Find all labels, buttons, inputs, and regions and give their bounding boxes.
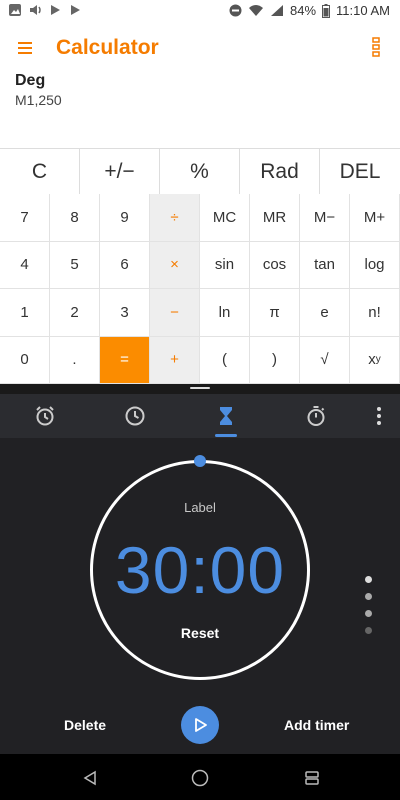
reset-button[interactable]: Reset [0,625,400,641]
percent-button[interactable]: % [160,149,240,195]
system-navigation-bar [0,754,400,800]
ln-button[interactable]: ln [200,289,250,337]
key-2[interactable]: 2 [50,289,100,337]
battery-percent: 84% [290,3,317,18]
menu-icon[interactable] [16,36,40,60]
key-7[interactable]: 7 [0,194,50,242]
alarm-icon[interactable] [31,402,59,430]
sign-toggle-button[interactable]: +/− [80,149,160,195]
sqrt-button[interactable]: √ [300,336,350,384]
clock-tab-bar [0,394,400,438]
power-exponent: y [375,354,381,366]
power-base: x [368,351,376,369]
clear-button[interactable]: C [0,149,80,195]
key-8[interactable]: 8 [50,194,100,242]
decimal-button[interactable]: . [50,336,100,384]
page-dot [364,576,372,583]
home-icon[interactable] [188,766,212,790]
calculator-keypad: 7 8 9 ÷ MC MR M− M+ 4 5 6 × sin cos tan … [0,194,400,384]
close-paren-button[interactable]: ) [250,336,300,384]
page-dot [364,627,372,634]
add-button[interactable]: + [150,336,200,384]
open-paren-button[interactable]: ( [200,336,250,384]
m-minus-button[interactable]: M− [300,194,350,242]
stopwatch-icon[interactable] [302,402,330,430]
clock-icon[interactable] [121,402,149,430]
more-options-icon[interactable] [370,36,386,60]
add-timer-button[interactable]: Add timer [284,717,349,733]
wifi-icon [248,4,264,17]
page-dot [364,610,372,617]
multiply-button[interactable]: × [150,241,200,289]
timer-progress-knob[interactable] [194,455,206,467]
subtract-button[interactable]: − [150,289,200,337]
volume-icon [28,3,42,17]
memory-value: M1,250 [15,92,62,108]
pi-button[interactable]: π [250,289,300,337]
recents-icon[interactable] [300,766,324,790]
log-button[interactable]: log [350,241,400,289]
e-button[interactable]: e [300,289,350,337]
calculator-top-row: C +/− % Rad DEL [0,148,400,196]
play-icon [195,718,207,732]
gallery-icon [8,3,22,17]
key-0[interactable]: 0 [0,336,50,384]
factorial-button[interactable]: n! [350,289,400,337]
equals-button[interactable]: = [100,336,150,384]
timer-page-indicator [362,566,374,636]
cos-button[interactable]: cos [250,241,300,289]
calculator-header: Calculator [0,24,400,74]
play-store-icon [48,3,62,17]
key-9[interactable]: 9 [100,194,150,242]
status-right: 84% 11:10 AM [229,3,390,18]
back-icon[interactable] [78,766,102,790]
play-button[interactable] [181,706,219,744]
rad-button[interactable]: Rad [240,149,320,195]
delete-timer-button[interactable]: Delete [64,717,106,733]
dnd-icon [229,4,242,17]
tan-button[interactable]: tan [300,241,350,289]
signal-icon [270,4,284,17]
power-button[interactable]: xy [350,336,400,384]
hourglass-icon[interactable] [212,402,240,430]
status-left-icons [8,3,82,17]
angle-mode-indicator: Deg [15,72,46,89]
mr-button[interactable]: MR [250,194,300,242]
status-bar: 84% 11:10 AM [0,0,400,24]
status-time: 11:10 AM [336,3,390,18]
battery-icon [322,3,331,18]
calculator-display: Deg M1,250 [15,72,385,142]
mc-button[interactable]: MC [200,194,250,242]
key-6[interactable]: 6 [100,241,150,289]
app-title: Calculator [56,36,159,59]
key-3[interactable]: 3 [100,289,150,337]
key-1[interactable]: 1 [0,289,50,337]
divide-button[interactable]: ÷ [150,194,200,242]
overflow-menu-icon[interactable] [365,402,393,430]
timer-time: 30:00 [114,533,286,607]
split-screen-divider[interactable] [0,384,400,394]
page-dot [364,593,372,600]
divider-handle[interactable] [190,387,210,389]
delete-button[interactable]: DEL [320,149,400,195]
timer-label[interactable]: Label [0,500,400,515]
sin-button[interactable]: sin [200,241,250,289]
active-tab-indicator [215,434,237,437]
key-5[interactable]: 5 [50,241,100,289]
key-4[interactable]: 4 [0,241,50,289]
play-store-icon-2 [68,3,82,17]
m-plus-button[interactable]: M+ [350,194,400,242]
